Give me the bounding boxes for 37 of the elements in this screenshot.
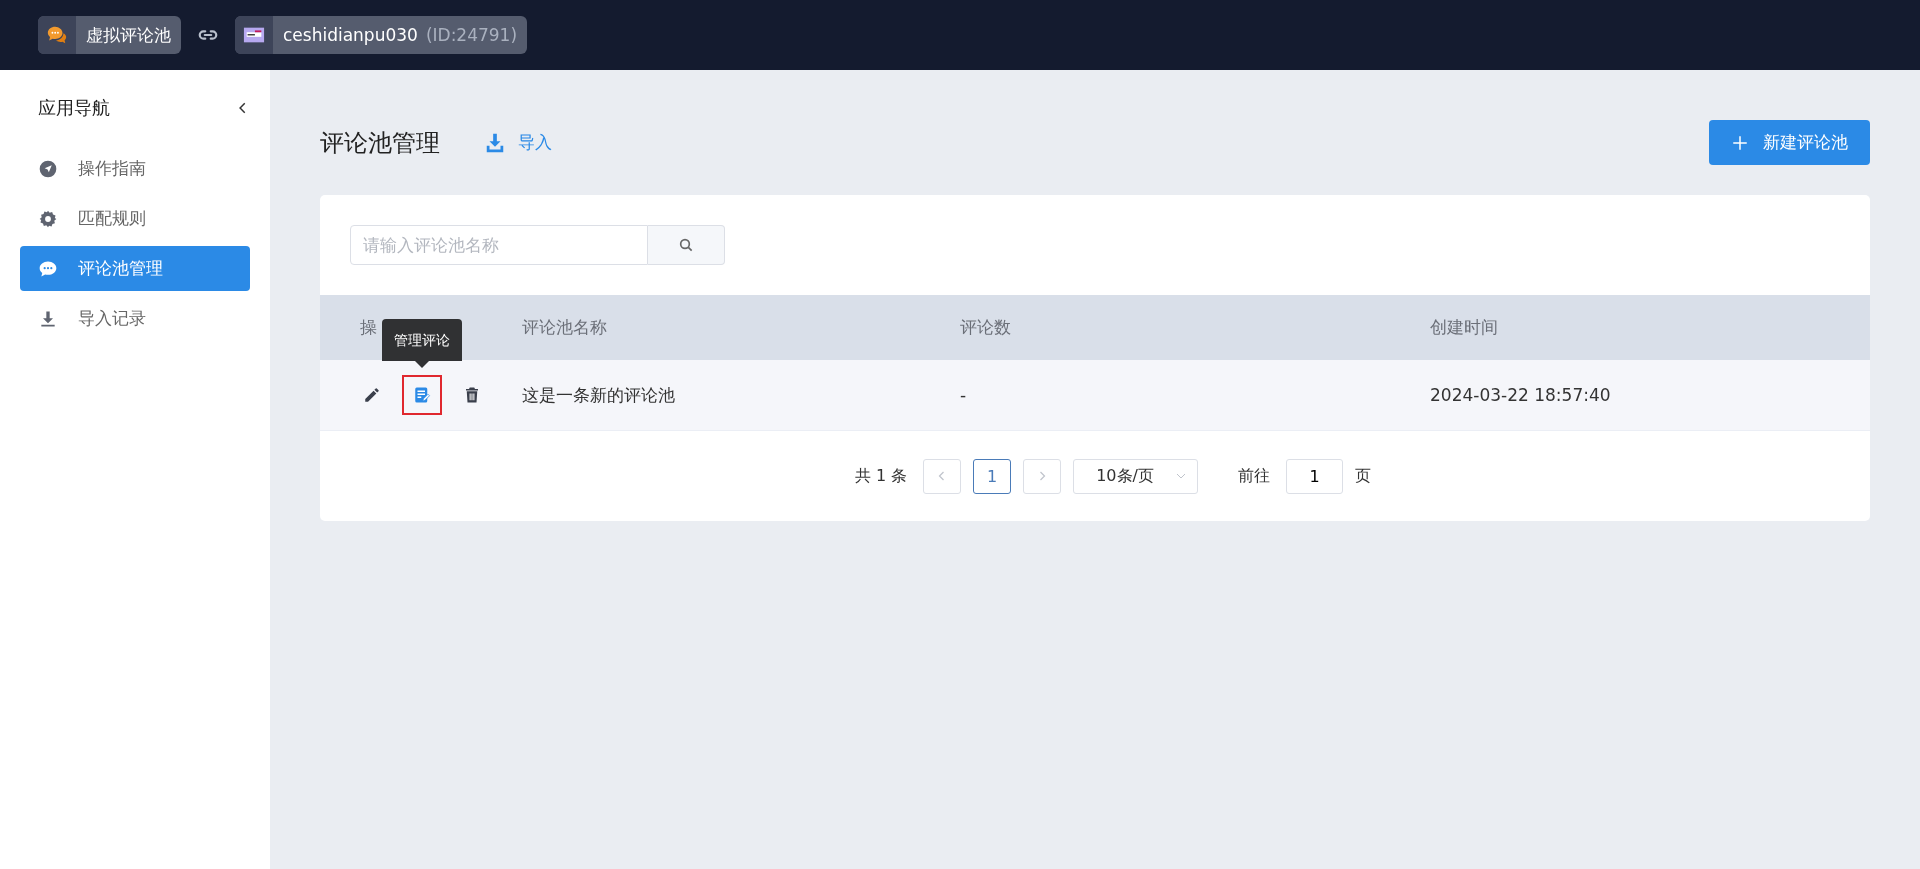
download-icon: [484, 131, 506, 154]
previous-page-button[interactable]: [923, 458, 962, 494]
trash-icon: [463, 386, 481, 404]
page-number[interactable]: 1: [973, 458, 1012, 494]
search-icon: [678, 237, 694, 253]
sidebar-item[interactable]: 匹配规则: [20, 196, 250, 241]
column-header: 评论池名称: [522, 316, 608, 339]
pencil-icon: [363, 386, 381, 404]
page-size-select[interactable]: 10条/页: [1073, 458, 1199, 494]
page-title: 评论池管理: [320, 127, 440, 159]
import-link[interactable]: 导入: [484, 131, 552, 154]
shop-chip[interactable]: ceshidianpu030 (ID:24791): [235, 16, 528, 54]
compass-icon: [38, 158, 58, 179]
plus-icon: [1731, 133, 1749, 152]
chat-bubbles-icon: [46, 24, 68, 46]
column-header: 操: [360, 316, 378, 339]
search-field[interactable]: 请输入评论池名称: [350, 225, 648, 265]
goto-label: 前往: [1238, 465, 1271, 487]
column-header: 评论数: [960, 316, 1012, 339]
sidebar-item[interactable]: 操作指南: [20, 146, 250, 191]
page-input[interactable]: 1: [1286, 458, 1344, 494]
table-cell-text: 2024-03-22 18:57:40: [1430, 385, 1612, 405]
sidebar-item[interactable]: 导入记录: [20, 296, 250, 341]
search-button[interactable]: [648, 225, 725, 265]
gear-icon: [38, 208, 58, 229]
document-edit-icon: [413, 386, 431, 404]
table-cell-text: -: [960, 385, 968, 405]
app-chip[interactable]: 虚拟评论池: [38, 16, 181, 54]
table-cell-text: 这是一条新的评论池: [522, 383, 676, 407]
total-count: 共 1 条: [854, 465, 908, 487]
next-page-button[interactable]: [1023, 458, 1062, 494]
new-button[interactable]: 新建评论池: [1709, 120, 1870, 165]
tooltip: 管理评论: [382, 319, 462, 368]
page-unit-label: 页: [1355, 465, 1372, 487]
sidebar-title: 应用导航: [38, 96, 110, 120]
sidebar-item[interactable]: 评论池管理: [20, 246, 250, 291]
column-header: 创建时间: [1430, 316, 1499, 339]
